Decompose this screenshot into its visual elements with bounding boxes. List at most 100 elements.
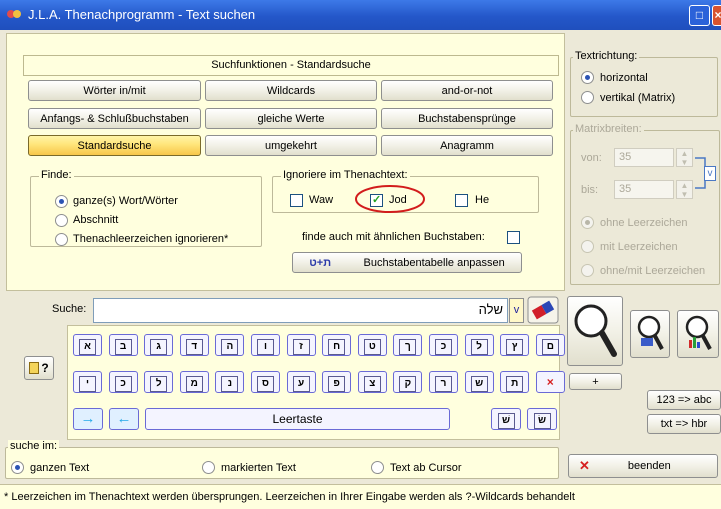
beenden-button[interactable]: ✕ beenden (568, 454, 718, 478)
row2-key-5[interactable]: ס (251, 371, 280, 393)
convert-numbers-button[interactable]: 123 => abc (647, 390, 721, 410)
finde-option-wort: ganze(s) Wort/Wörter (73, 195, 178, 207)
row2-key-2[interactable]: ל (144, 371, 174, 393)
row1-key-3[interactable]: ד (179, 334, 209, 356)
tab-gleiche-werte[interactable]: gleiche Werte (205, 108, 377, 129)
bis-spin-arrows[interactable]: ▲ ▼ (676, 180, 693, 199)
matrix-radio-ohne-mit[interactable] (581, 264, 594, 277)
convert-text-button[interactable]: txt => hbr (647, 414, 721, 434)
row2-key-11[interactable]: ש (464, 371, 494, 393)
row1-key-label: ה (221, 339, 239, 355)
ohne-leerzeichen-label: ohne Leerzeichen (600, 217, 688, 229)
row1-key-6[interactable]: ז (286, 334, 316, 356)
cursor-left-key[interactable]: ← (109, 408, 139, 430)
suche-im-radio-ganzer-text[interactable] (11, 461, 24, 474)
row1-key-9[interactable]: ך (393, 334, 423, 356)
row1-key-12[interactable]: ץ (500, 334, 530, 356)
row2-key-label: פ (328, 376, 346, 392)
row2-key-7[interactable]: פ (322, 371, 352, 393)
row1-key-4[interactable]: ה (215, 334, 245, 356)
eraser-icon[interactable] (527, 296, 559, 324)
row1-key-label: א (79, 339, 96, 355)
tab-woerter[interactable]: Wörter in/mit (28, 80, 201, 101)
ignoriere-label: Ignoriere im Thenachtext: (281, 169, 410, 181)
row2-key-1[interactable]: כ (108, 371, 138, 393)
keyboard-help-button[interactable]: ? (24, 356, 54, 380)
row2-key-label: ל (150, 376, 168, 392)
aehnlich-checkbox[interactable] (507, 231, 520, 244)
status-bar: * Leerzeichen im Thenachtext werden über… (0, 484, 721, 509)
von-spinner[interactable]: 35 (614, 148, 674, 167)
row2-key-label: ש (470, 376, 488, 392)
tab-standardsuche[interactable]: Standardsuche (28, 135, 201, 156)
tab-buchstabenspruenge[interactable]: Buchstabensprünge (381, 108, 553, 129)
cursor-right-key[interactable]: → (73, 408, 103, 430)
row1-key-label: ח (328, 339, 346, 355)
matrix-v-button[interactable]: v (704, 166, 716, 181)
suche-im-radio-markiert[interactable] (202, 461, 215, 474)
shin-left-label: שׂ (533, 413, 551, 429)
search-v-button[interactable]: v (509, 298, 524, 323)
textrichtung-radio-vertikal[interactable] (581, 91, 594, 104)
row2-key-8[interactable]: צ (357, 371, 387, 393)
row1-key-label: ו (257, 339, 274, 355)
row1-key-label: ץ (506, 339, 524, 355)
row2-key-label: ס (257, 376, 274, 392)
row1-key-0[interactable]: א (73, 334, 102, 356)
row1-key-label: ג (150, 339, 168, 355)
bis-spinner[interactable]: 35 (614, 180, 674, 199)
matrix-radio-mit[interactable] (581, 240, 594, 253)
row1-key-label: ם (541, 339, 559, 355)
window-title: J.L.A. Thenachprogramm - Text suchen (28, 7, 256, 22)
row2-key-label: ק (399, 376, 417, 392)
row1-key-11[interactable]: ל (464, 334, 494, 356)
space-key[interactable]: Leertaste (145, 408, 450, 430)
finde-option-ignorieren: Thenachleerzeichen ignorieren* (73, 233, 229, 245)
maximize-button[interactable]: □ (689, 5, 710, 26)
tab-wildcards[interactable]: Wildcards (205, 80, 377, 101)
matrix-radio-ohne[interactable] (581, 216, 594, 229)
row2-key-0[interactable]: י (73, 371, 102, 393)
row2-key-4[interactable]: נ (215, 371, 245, 393)
row1-key-8[interactable]: ט (357, 334, 387, 356)
row2-key-13[interactable]: × (535, 371, 565, 393)
tab-and-or-not[interactable]: and-or-not (381, 80, 553, 101)
shin-dot-right-key[interactable]: שׁ (491, 408, 521, 430)
von-spin-arrows[interactable]: ▲ ▼ (676, 148, 693, 167)
row1-key-label: ז (292, 339, 310, 355)
row2-key-12[interactable]: ת (500, 371, 530, 393)
tab-anfangs[interactable]: Anfangs- & Schlußbuchstaben (28, 108, 201, 129)
he-checkbox[interactable] (455, 194, 468, 207)
magnifier-icon (574, 304, 617, 357)
close-button[interactable]: × (712, 5, 721, 26)
row1-key-10[interactable]: כ (429, 334, 458, 356)
row2-key-6[interactable]: ע (286, 371, 316, 393)
row2-key-3[interactable]: מ (179, 371, 209, 393)
textrichtung-radio-horizontal[interactable] (581, 71, 594, 84)
row2-key-10[interactable]: ר (429, 371, 458, 393)
finde-label: Finde: (39, 169, 74, 181)
finde-radio-abschnitt[interactable] (55, 214, 68, 227)
shin-dot-left-key[interactable]: שׂ (527, 408, 557, 430)
row1-key-1[interactable]: ב (108, 334, 138, 356)
row1-key-2[interactable]: ג (144, 334, 174, 356)
buchstabentabelle-button[interactable]: ת+ט Buchstabentabelle anpassen (292, 252, 522, 273)
statistics-button[interactable] (677, 310, 719, 358)
suche-im-radio-cursor[interactable] (371, 461, 384, 474)
tab-umgekehrt[interactable]: umgekehrt (205, 135, 377, 156)
plus-button[interactable]: + (569, 373, 622, 390)
row1-key-5[interactable]: ו (251, 334, 280, 356)
finde-radio-ignorieren[interactable] (55, 233, 68, 246)
finde-radio-wort[interactable] (55, 195, 68, 208)
row1-key-13[interactable]: ם (535, 334, 565, 356)
row2-key-9[interactable]: ק (393, 371, 423, 393)
bis-label: bis: (581, 184, 599, 196)
waw-checkbox[interactable] (290, 194, 303, 207)
row2-key-label: נ (221, 376, 239, 392)
search-button[interactable] (567, 296, 623, 366)
search-selection-button[interactable] (630, 310, 670, 358)
row1-key-7[interactable]: ח (322, 334, 352, 356)
waw-label: Waw (309, 194, 334, 206)
search-input[interactable]: שלה (93, 298, 508, 323)
tab-anagramm[interactable]: Anagramm (381, 135, 553, 156)
